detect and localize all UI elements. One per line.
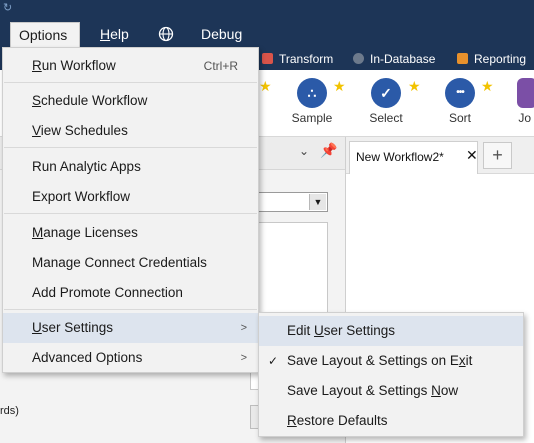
tool-sample-label: Sample (291, 111, 333, 125)
category-in-database-label: In-Database (370, 52, 436, 66)
schedule-workflow-label: Schedule Workflow (32, 93, 148, 108)
favorite-star-icon: ★ (408, 78, 421, 94)
transform-category-icon (262, 53, 273, 64)
title-bar: ↻ (0, 0, 534, 18)
menu-item-restore-defaults[interactable]: Restore Defaults (259, 406, 523, 436)
tool-select-label: Select (369, 111, 403, 125)
favorite-star-icon: ★ (259, 78, 272, 94)
category-in-database[interactable]: In-Database (353, 48, 435, 70)
pin-icon[interactable]: 📌 (320, 142, 337, 159)
run-workflow-label: Run Workflow (32, 58, 116, 73)
menu-item-save-layout-now[interactable]: Save Layout & Settings Now (259, 376, 523, 406)
add-promote-connection-label: Add Promote Connection (32, 285, 183, 300)
sample-tool-icon: ∴ (297, 78, 327, 108)
join-tool-icon (517, 78, 534, 108)
menu-separator (4, 309, 257, 310)
checkmark-icon: ✓ (268, 354, 279, 368)
save-layout-now-label: Save Layout & Settings Now (287, 383, 459, 398)
category-transform[interactable]: Transform (262, 48, 333, 70)
menu-item-edit-user-settings[interactable]: Edit User Settings (259, 316, 523, 346)
menu-separator (4, 213, 257, 214)
chevron-down-icon[interactable]: ⌄ (299, 144, 309, 158)
tool-select[interactable]: ✓ Select (356, 78, 416, 125)
menu-item-run-workflow[interactable]: Run Workflow Ctrl+R (3, 51, 258, 81)
advanced-options-label: Advanced Options (32, 350, 143, 365)
tool-join[interactable]: Jo (497, 78, 534, 125)
globe-icon (158, 26, 174, 42)
view-schedules-label: View Schedules (32, 123, 128, 138)
manage-connect-credentials-label: Manage Connect Credentials (32, 255, 207, 270)
category-transform-label: Transform (279, 52, 334, 66)
chevron-right-icon: > (240, 352, 247, 364)
menu-bar: Options Help Debug (0, 18, 534, 48)
export-workflow-label: Export Workflow (32, 189, 131, 204)
menu-item-schedule-workflow[interactable]: Schedule Workflow (3, 86, 258, 116)
user-settings-submenu: Edit User Settings ✓ Save Layout & Setti… (258, 312, 524, 437)
database-icon (353, 53, 364, 64)
manage-licenses-label: Manage Licenses (32, 225, 138, 240)
close-icon[interactable]: ✕ (466, 147, 478, 164)
category-reporting[interactable]: Reporting (457, 48, 526, 70)
menu-item-view-schedules[interactable]: View Schedules (3, 116, 258, 146)
menu-item-user-settings[interactable]: User Settings > (3, 313, 258, 343)
user-settings-label: User Settings (32, 320, 114, 335)
tool-join-label: Jo (518, 111, 531, 125)
menu-item-save-layout-on-exit[interactable]: ✓ Save Layout & Settings on Exit (259, 346, 523, 376)
menu-item-run-analytic-apps[interactable]: Run Analytic Apps (3, 152, 258, 182)
menu-help[interactable]: Help (92, 22, 137, 46)
add-tab-button[interactable]: + (483, 142, 512, 169)
workflow-tabs: New Workflow2* ✕ + (346, 137, 534, 174)
menu-item-manage-connect-credentials[interactable]: Manage Connect Credentials (3, 248, 258, 278)
save-layout-on-exit-label: Save Layout & Settings on Exit (287, 353, 473, 368)
menu-separator (4, 147, 257, 148)
reporting-icon (457, 53, 468, 64)
menu-item-manage-licenses[interactable]: Manage Licenses (3, 218, 258, 248)
menu-options[interactable]: Options (10, 22, 80, 48)
panel-dropdown[interactable]: ▼ (250, 192, 328, 212)
select-tool-icon: ✓ (371, 78, 401, 108)
options-menu: Run Workflow Ctrl+R Schedule Workflow Vi… (2, 47, 259, 373)
tool-sort-label: Sort (448, 111, 471, 125)
menu-globe[interactable] (150, 22, 182, 46)
run-analytic-apps-label: Run Analytic Apps (32, 159, 141, 174)
restore-defaults-label: Restore Defaults (287, 413, 388, 428)
favorite-star-icon: ★ (333, 78, 346, 94)
menu-item-advanced-options[interactable]: Advanced Options > (3, 343, 258, 373)
tab-new-workflow2[interactable]: New Workflow2* ✕ (349, 141, 478, 174)
edit-user-settings-label: Edit User Settings (287, 323, 396, 338)
sort-tool-icon: ••• (445, 78, 475, 108)
menu-separator (4, 82, 257, 83)
menu-item-add-promote-connection[interactable]: Add Promote Connection (3, 278, 258, 308)
favorite-star-icon: ★ (481, 78, 494, 94)
panel-footer-text: rds) (0, 405, 19, 417)
menu-debug[interactable]: Debug (193, 22, 250, 46)
run-workflow-shortcut: Ctrl+R (203, 59, 238, 73)
menu-item-export-workflow[interactable]: Export Workflow (3, 182, 258, 212)
tab-title: New Workflow2* (356, 150, 444, 164)
chevron-right-icon: > (240, 322, 247, 334)
refresh-icon[interactable]: ↻ (3, 1, 12, 14)
dropdown-arrow-icon[interactable]: ▼ (309, 194, 326, 210)
category-reporting-label: Reporting (474, 52, 527, 66)
menu-options-label: Options (19, 27, 68, 43)
